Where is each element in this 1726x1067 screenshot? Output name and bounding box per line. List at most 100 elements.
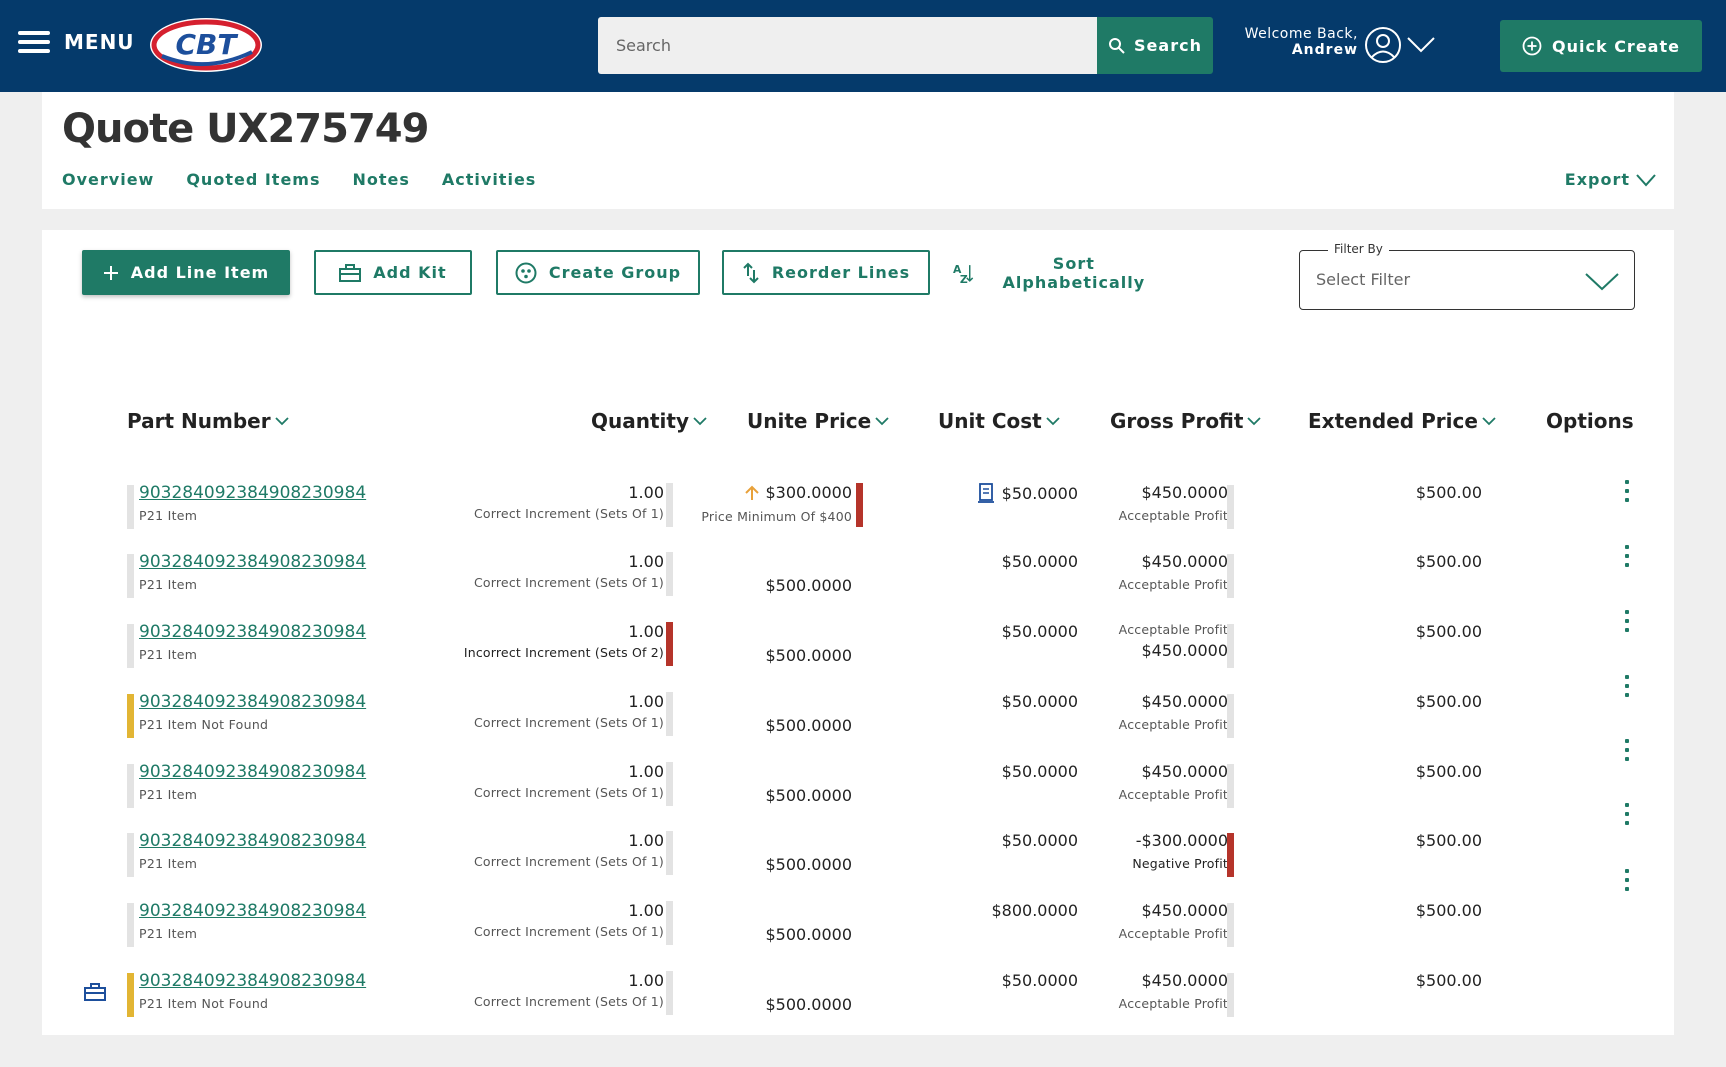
row-options-kebab-icon[interactable] [1622,480,1632,502]
unit-cost-value[interactable]: $50.0000 [1002,552,1078,571]
search-input[interactable] [598,17,1098,74]
part-number-link[interactable]: 903284092384908230984 [139,901,366,921]
part-number-link[interactable]: 903284092384908230984 [139,971,366,991]
column-header-label: Gross Profit [1110,409,1244,433]
reorder-icon [743,262,759,283]
row-options-kebab-icon[interactable] [1622,803,1632,825]
quantity-value[interactable]: 1.00 [628,901,664,920]
quote-header: Quote UX275749 Overview Quoted Items Not… [42,92,1674,209]
quantity-note: Correct Increment (Sets Of 1) [473,785,664,800]
unit-cost-value[interactable]: $50.0000 [1002,762,1078,781]
part-number-link[interactable]: 903284092384908230984 [139,831,366,851]
unit-cost-value[interactable]: $800.0000 [991,901,1078,920]
row-options-kebab-icon[interactable] [1622,545,1632,567]
add-kit-button[interactable]: Add Kit [314,250,472,295]
row-options-kebab-icon[interactable] [1622,610,1632,632]
table-row: 903284092384908230984 P21 Item Not Found… [42,675,1674,756]
quantity-status-indicator [666,831,673,875]
user-name: Andrew [1291,42,1358,58]
unit-price-value[interactable]: $500.0000 [765,855,852,874]
sort-alphabetically-button[interactable]: AZ Sort Alphabetically [952,250,1168,295]
filter-by-select[interactable]: Filter By Select Filter [1299,242,1635,310]
unit-price-value[interactable]: $500.0000 [765,995,852,1014]
gross-profit-value: $450.0000 [1141,971,1228,990]
column-header-quantity[interactable]: Quantity [591,409,707,433]
gross-profit-note: Acceptable Profit [1118,787,1228,802]
gross-profit-value: $450.0000 [1141,483,1228,502]
tab-quoted-items[interactable]: Quoted Items [186,170,320,189]
gross-profit-value: $450.0000 [1141,641,1228,660]
profit-status-indicator [1227,764,1234,808]
unit-price-value[interactable]: $500.0000 [765,576,852,595]
gross-profit-note: Negative Profit [1132,856,1228,871]
menu-button[interactable]: MENU [18,30,135,54]
gross-profit-value: $450.0000 [1141,901,1228,920]
quantity-value[interactable]: 1.00 [628,762,664,781]
quantity-value[interactable]: 1.00 [628,622,664,641]
part-number-link[interactable]: 903284092384908230984 [139,622,366,642]
chevron-down-icon[interactable] [1406,33,1436,55]
column-header-unit-price[interactable]: Unite Price [747,409,889,433]
row-options-kebab-icon[interactable] [1622,675,1632,697]
quantity-value[interactable]: 1.00 [628,692,664,711]
part-number-link[interactable]: 903284092384908230984 [139,762,366,782]
tab-activities[interactable]: Activities [442,170,536,189]
column-header-extended-price[interactable]: Extended Price [1308,409,1496,433]
column-header-unit-cost[interactable]: Unit Cost [938,409,1060,433]
column-header-label: Unit Cost [938,409,1042,433]
row-status-indicator [127,694,134,738]
column-header-label: Options [1546,409,1634,433]
unit-price-value[interactable]: $500.0000 [765,786,852,805]
column-header-part-number[interactable]: Part Number [127,409,289,433]
profit-status-indicator [1227,554,1234,598]
table-row: 903284092384908230984 P21 Item 1.00 Corr… [42,739,1674,826]
unit-price-value[interactable]: $300.0000 [745,483,852,502]
row-status-indicator [127,764,134,808]
search-button[interactable]: Search [1097,17,1213,74]
unit-cost-value[interactable]: $50.0000 [1002,622,1078,641]
unit-cost-value[interactable]: $50.0000 [1002,692,1078,711]
gross-profit-note: Acceptable Profit [1118,926,1228,941]
unit-cost-value[interactable]: $50.0000 [1002,971,1078,990]
quantity-value[interactable]: 1.00 [628,831,664,850]
table-row: 903284092384908230984 P21 Item Not Found… [42,971,1674,1035]
kit-icon [84,983,106,1001]
quantity-value[interactable]: 1.00 [628,971,664,990]
quantity-note: Correct Increment (Sets Of 1) [473,994,664,1009]
row-options-kebab-icon[interactable] [1622,739,1632,761]
create-group-button[interactable]: Create Group [496,250,700,295]
add-kit-label: Add Kit [373,263,447,282]
cbt-logo[interactable]: CBT [148,16,264,74]
receipt-icon[interactable] [977,483,994,503]
column-header-label: Unite Price [747,409,872,433]
menu-icon [18,31,50,53]
quantity-status-indicator [666,692,673,736]
unit-price-value[interactable]: $500.0000 [765,646,852,665]
arrow-up-icon [745,485,760,500]
unit-cost-value[interactable]: $50.0000 [1002,831,1078,850]
quick-create-button[interactable]: Quick Create [1500,20,1702,72]
unit-price-value[interactable]: $500.0000 [765,716,852,735]
column-header-gross-profit[interactable]: Gross Profit [1110,409,1262,433]
extended-price-value: $500.00 [1415,622,1482,641]
row-options-kebab-icon[interactable] [1622,869,1632,891]
quantity-value[interactable]: 1.00 [628,552,664,571]
unit-cost-value[interactable]: $50.0000 [977,483,1078,503]
user-avatar-icon[interactable] [1364,26,1402,64]
extended-price-value: $500.00 [1415,692,1482,711]
reorder-lines-button[interactable]: Reorder Lines [722,250,930,295]
export-menu-button[interactable]: Export [1565,170,1656,189]
quantity-value[interactable]: 1.00 [628,483,664,502]
unit-price-value[interactable]: $500.0000 [765,925,852,944]
tab-overview[interactable]: Overview [62,170,154,189]
tab-notes[interactable]: Notes [352,170,409,189]
welcome-line: Welcome Back, [1244,26,1358,42]
part-number-link[interactable]: 903284092384908230984 [139,552,366,572]
part-number-link[interactable]: 903284092384908230984 [139,692,366,712]
quoted-items-panel: Add Line Item Add Kit Create Group Reord… [42,230,1674,1035]
add-line-item-button[interactable]: Add Line Item [82,250,290,295]
column-header-label: Quantity [591,409,689,433]
gross-profit-value: $450.0000 [1141,552,1228,571]
part-number-link[interactable]: 903284092384908230984 [139,483,366,503]
gross-profit-note: Acceptable Profit [1118,996,1228,1011]
